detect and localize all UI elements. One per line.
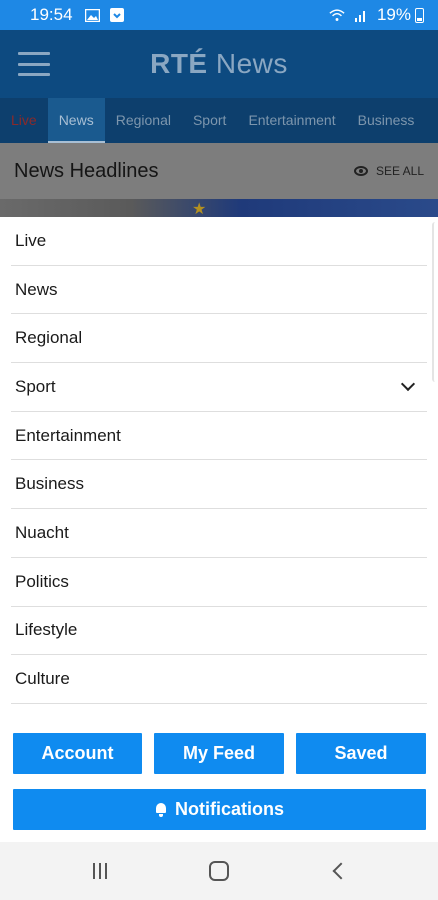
menu-item-label: Politics [15,571,69,591]
menu-item-business[interactable]: Business [11,460,427,510]
app-logo: RTÉ News [0,48,438,80]
gallery-icon [85,8,101,22]
notifications-button[interactable]: Notifications [13,789,426,830]
back-button[interactable] [318,851,358,891]
menu-item-label: Live [15,230,47,250]
battery-icon [415,7,424,23]
menu-item-label: Lifestyle [15,620,78,640]
back-icon [332,862,350,880]
logo-suffix: News [215,48,288,79]
action-buttons: Account My Feed Saved Notifications [0,720,438,842]
menu-item-live[interactable]: Live [11,217,427,266]
my-feed-button[interactable]: My Feed [154,733,284,774]
download-icon [109,8,125,22]
section-title: News Headlines [14,159,159,182]
notifications-label: Notifications [174,799,284,819]
tab-live[interactable]: Live [0,98,48,143]
menu-item-politics[interactable]: Politics [11,558,427,607]
menu-item-label: News [15,279,58,299]
app-header: RTÉ News [0,30,438,98]
account-button[interactable]: Account [13,733,142,774]
menu-list: Live News Regional Sport Entertainment B… [0,217,438,704]
recents-icon [92,863,107,879]
menu-item-lifestyle[interactable]: Lifestyle [11,607,427,656]
system-nav-bar [0,842,438,900]
menu-item-label: Regional [15,328,83,348]
menu-item-regional[interactable]: Regional [11,314,427,364]
chevron-down-icon[interactable] [400,377,416,392]
home-icon [208,861,229,881]
menu-item-label: Entertainment [15,425,121,445]
menu-item-entertainment[interactable]: Entertainment [11,412,427,461]
bell-icon [155,802,167,817]
menu-item-label: Sport [15,376,56,396]
tab-business[interactable]: Business [347,98,426,143]
menu-item-nuacht[interactable]: Nuacht [11,509,427,558]
scrollbar[interactable] [432,222,438,382]
navigation-menu: Live News Regional Sport Entertainment B… [0,217,438,720]
status-bar: 19:54 19% [0,0,438,30]
section-tabs: Live News Regional Sport Entertainment B… [0,98,438,143]
menu-item-sport[interactable]: Sport [11,363,427,412]
star-icon: ★ [192,201,207,217]
tab-sport[interactable]: Sport [182,98,237,143]
menu-item-label: Business [15,474,84,494]
see-all-label: SEE ALL [375,164,424,178]
see-all-button[interactable]: SEE ALL [353,164,424,178]
menu-item-label: Culture [15,669,70,689]
menu-item-news[interactable]: News [11,266,427,315]
headline-image: ★ [0,199,438,217]
wifi-icon [329,8,345,22]
tab-entertainment[interactable]: Entertainment [237,98,346,143]
eye-icon [353,166,368,176]
logo-brand: RTÉ [150,48,208,79]
signal-icon [353,8,369,22]
battery-percent: 19% [376,5,411,24]
menu-item-culture[interactable]: Culture [11,655,427,704]
tab-regional[interactable]: Regional [105,98,182,143]
recents-button[interactable] [80,851,120,891]
saved-button[interactable]: Saved [296,733,426,774]
home-button[interactable] [199,851,239,891]
menu-item-label: Nuacht [15,522,69,542]
tab-news[interactable]: News [47,98,105,143]
status-time: 19:54 [30,5,73,24]
section-header: News Headlines SEE ALL [0,143,438,199]
